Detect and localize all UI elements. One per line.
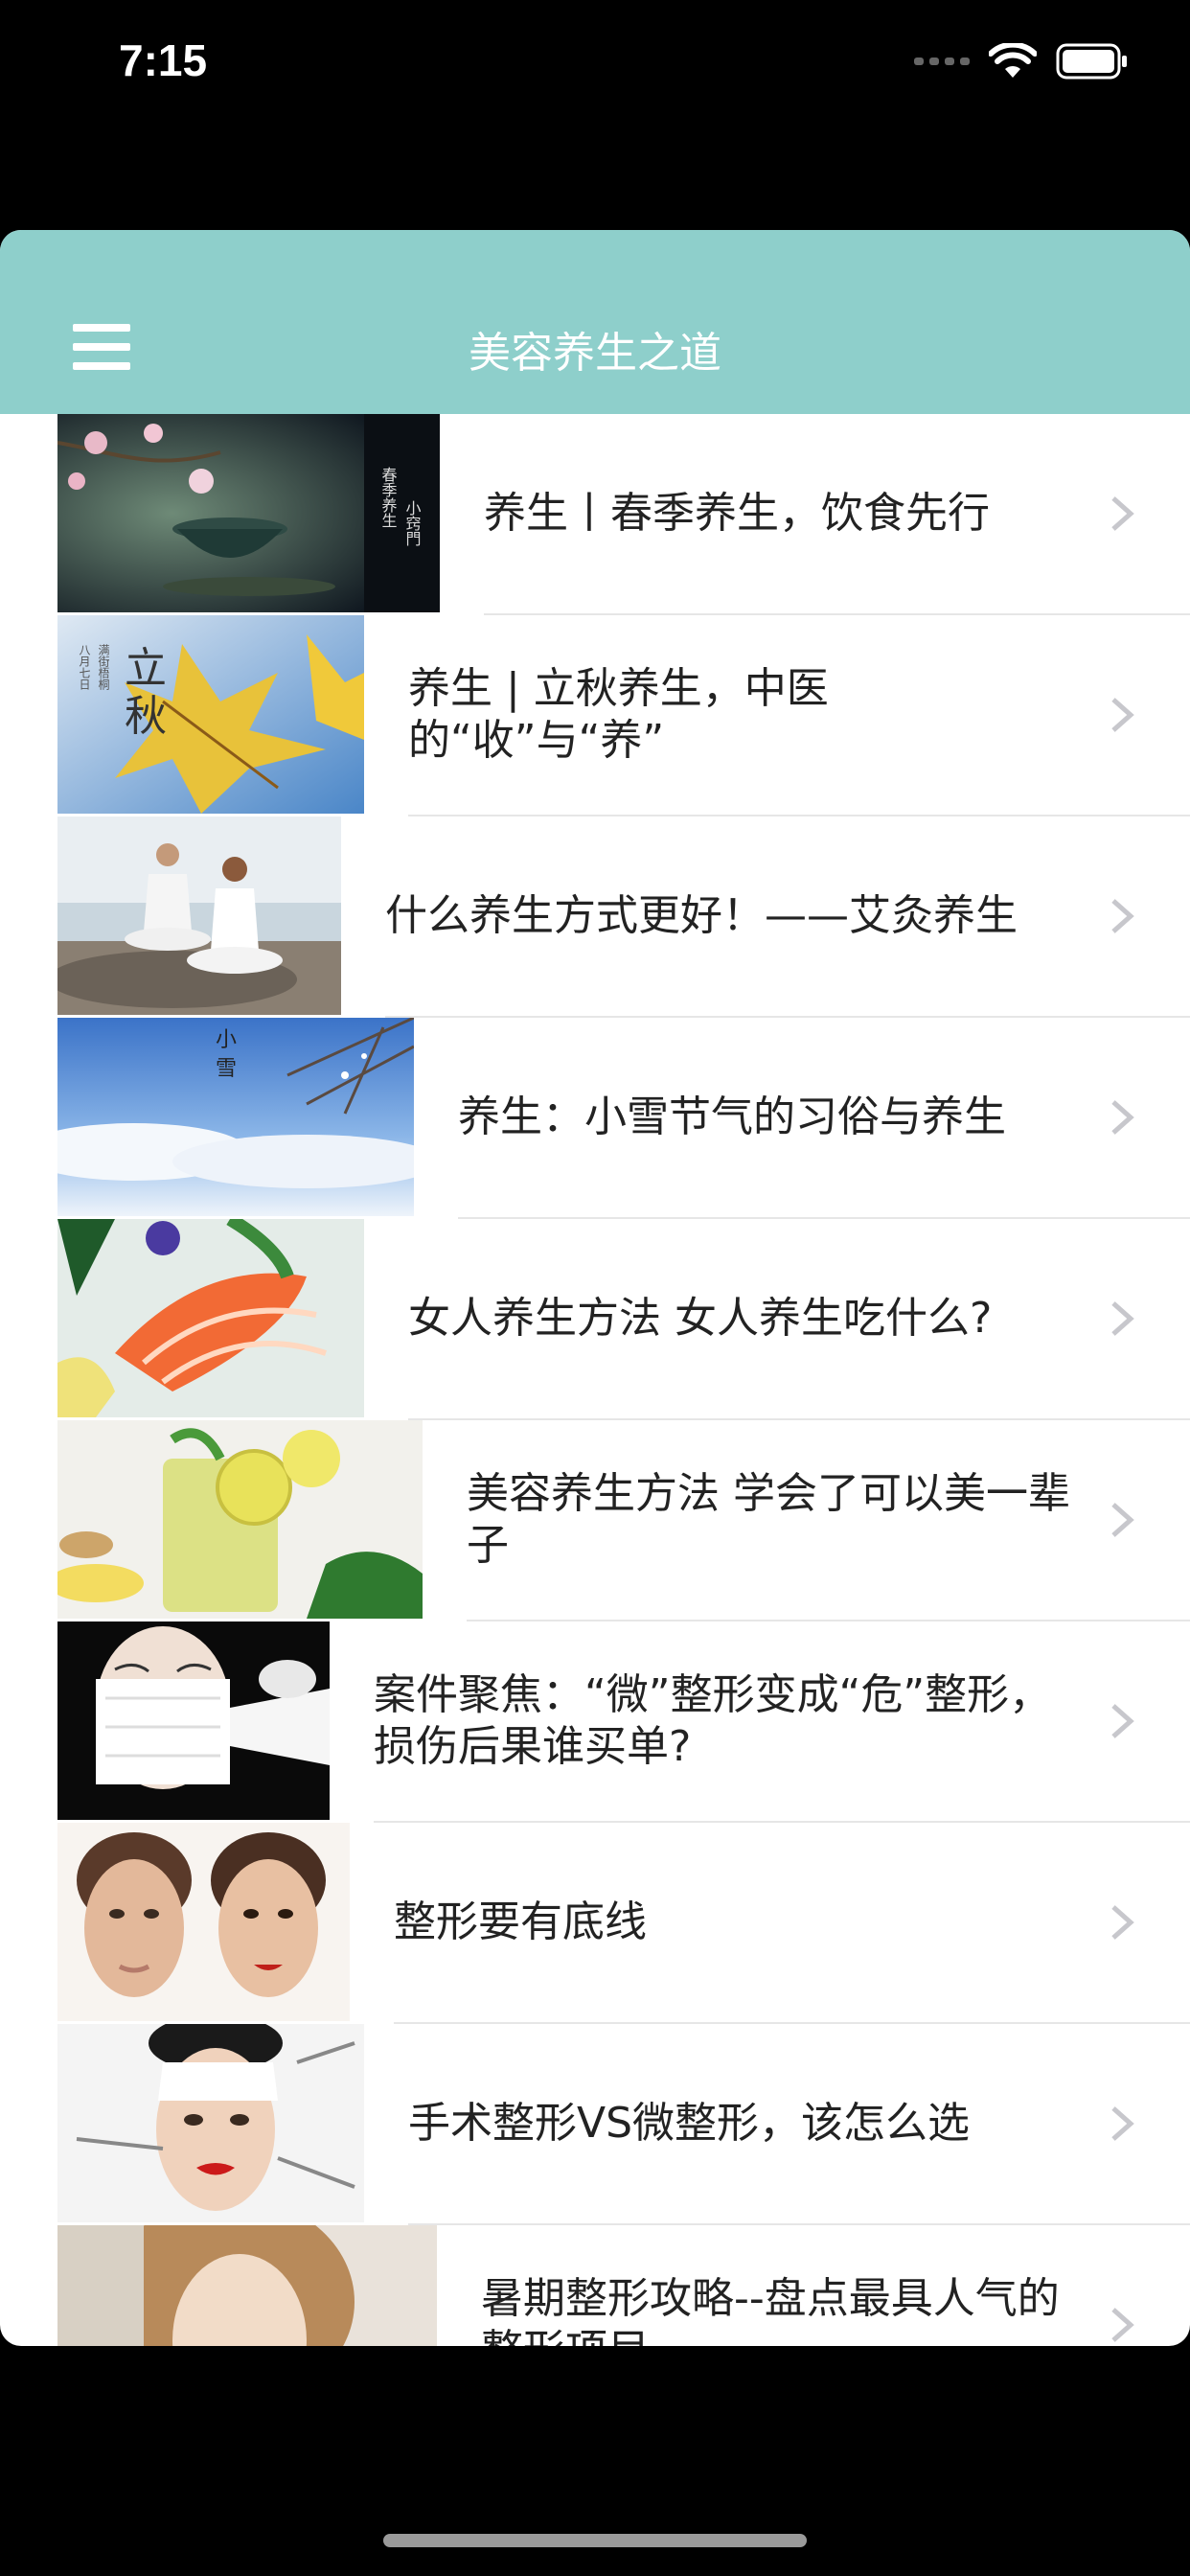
- snow-branch-thumbnail: 小 雪: [57, 1018, 414, 1216]
- chevron-right-icon: [1111, 1100, 1134, 1135]
- list-item[interactable]: 手术整形VS微整形，该怎么选: [0, 2024, 1190, 2225]
- list-item-title: 整形要有底线: [394, 1897, 647, 1946]
- list-item-title: 养生 | 立秋养生，中医的“收”与“养”: [408, 663, 829, 765]
- svg-text:小窍門: 小窍門: [403, 500, 422, 547]
- list-item-title: 美容养生方法 学会了可以美一辈子: [467, 1468, 1070, 1570]
- lemon-drink-thumbnail: [57, 1420, 423, 1619]
- list-item-title: 案件聚焦：“微”整形变成“危”整形，损伤后果谁买单?: [374, 1669, 1052, 1771]
- list-item[interactable]: 小 雪 养生：小雪节气的习俗与养生: [0, 1018, 1190, 1219]
- status-icons: [914, 42, 1129, 80]
- list-item-title: 女人养生方法 女人养生吃什么?: [408, 1293, 993, 1343]
- nav-bar: 美容养生之道: [0, 230, 1190, 414]
- bandaged-face-thumbnail: [57, 1622, 330, 1820]
- wifi-icon: [989, 43, 1037, 78]
- svg-text:春季养生: 春季养生: [379, 467, 398, 528]
- article-list: 春季养生 小窍門 养生丨春季养生，饮食先行 立 秋 八月七日 满街梧桐 养生 |…: [0, 414, 1190, 2346]
- list-item[interactable]: 美容养生方法 学会了可以美一辈子: [0, 1420, 1190, 1622]
- list-item-title: 什么养生方式更好！——艾灸养生: [385, 890, 1018, 940]
- svg-text:秋: 秋: [125, 692, 167, 741]
- status-time: 7:15: [119, 35, 208, 85]
- chevron-right-icon: [1111, 698, 1134, 732]
- chevron-right-icon: [1111, 2106, 1134, 2141]
- list-item-title: 养生：小雪节气的习俗与养生: [458, 1092, 1006, 1141]
- svg-text:雪: 雪: [216, 1057, 237, 1081]
- page-title: 美容养生之道: [469, 329, 721, 378]
- chevron-right-icon: [1111, 1503, 1134, 1537]
- list-item[interactable]: 整形要有底线: [0, 1823, 1190, 2024]
- home-indicator[interactable]: [383, 2534, 807, 2547]
- status-bar: 7:15: [0, 0, 1190, 134]
- list-item-title: 手术整形VS微整形，该怎么选: [408, 2098, 971, 2148]
- salmon-sashimi-thumbnail: [57, 1219, 364, 1417]
- svg-text:八月七日: 八月七日: [78, 644, 91, 690]
- meditation-beach-thumbnail: [57, 816, 341, 1015]
- chevron-right-icon: [1111, 1905, 1134, 1940]
- list-item[interactable]: 立 秋 八月七日 满街梧桐 养生 | 立秋养生，中医的“收”与“养”: [0, 615, 1190, 816]
- svg-text:小: 小: [216, 1028, 237, 1052]
- list-item-title: 暑期整形攻略--盘点最具人气的整形项目: [481, 2273, 1060, 2346]
- chevron-right-icon: [1111, 2308, 1134, 2342]
- list-item[interactable]: 女人养生方法 女人养生吃什么?: [0, 1219, 1190, 1420]
- battery-icon: [1056, 43, 1127, 80]
- app-sheet: 美容养生之道 春季养生 小窍門 养生丨春季养生，饮食先行 立 秋 八月七日 满街…: [0, 230, 1190, 2346]
- autumn-leaf-thumbnail: 立 秋 八月七日 满街梧桐: [57, 615, 364, 814]
- chevron-right-icon: [1111, 1301, 1134, 1336]
- list-item[interactable]: 案件聚焦：“微”整形变成“危”整形，损伤后果谁买单?: [0, 1622, 1190, 1823]
- list-item[interactable]: 春季养生 小窍門 养生丨春季养生，饮食先行: [0, 414, 1190, 615]
- svg-text:满街梧桐: 满街梧桐: [97, 644, 110, 690]
- list-item[interactable]: 什么养生方式更好！——艾灸养生: [0, 816, 1190, 1018]
- spring-tea-thumbnail: 春季养生 小窍門: [57, 414, 440, 612]
- chevron-right-icon: [1111, 899, 1134, 933]
- woman-portrait-thumbnail: [57, 2225, 437, 2346]
- chevron-right-icon: [1111, 1704, 1134, 1738]
- two-faces-thumbnail: [57, 1823, 350, 2021]
- list-item[interactable]: 暑期整形攻略--盘点最具人气的整形项目: [0, 2225, 1190, 2346]
- svg-text:立: 立: [125, 644, 167, 693]
- cellular-signal-icon: [914, 58, 970, 65]
- chevron-right-icon: [1111, 496, 1134, 531]
- injection-face-thumbnail: [57, 2024, 364, 2222]
- list-item-title: 养生丨春季养生，饮食先行: [484, 488, 990, 538]
